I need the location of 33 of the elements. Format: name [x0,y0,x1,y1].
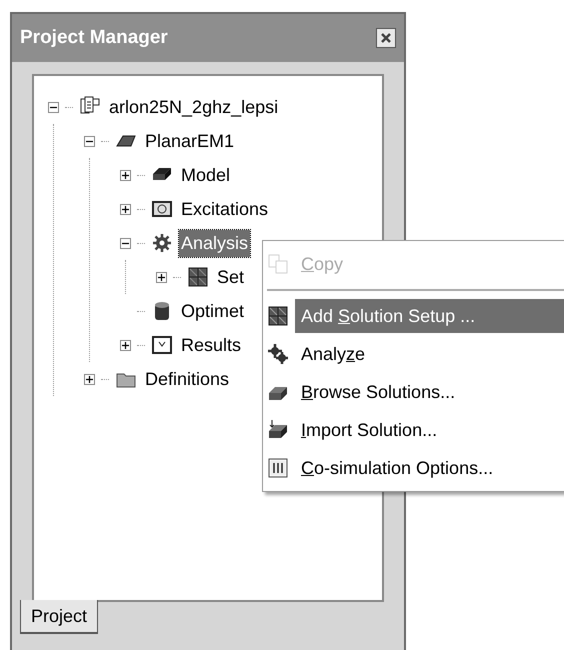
panel-title: Project Manager [20,26,168,50]
close-icon [380,32,392,44]
tree-item[interactable]: arlon25N_2ghz_lepsi [107,94,280,120]
collapse-box[interactable] [48,102,59,112]
tree-item[interactable]: PlanarEM1 [143,128,236,154]
block-arrow-icon [267,419,289,441]
menu-item[interactable]: Co-simulation Options... [295,451,564,485]
tree-item[interactable]: Results [179,332,244,358]
tree-item[interactable]: Excitations [179,196,270,222]
collapse-box[interactable] [84,136,95,146]
expand-box[interactable] [120,170,131,180]
expand-box[interactable] [120,340,131,350]
close-button[interactable] [376,28,396,48]
copy-icon [267,253,289,275]
menu-item[interactable]: Add Solution Setup ... [295,299,564,333]
expand-box[interactable] [84,374,95,384]
grid-icon [267,305,289,327]
grid-icon [187,266,209,288]
gears-icon [267,343,289,365]
panel-icon [267,457,289,479]
menu-item[interactable]: Browse Solutions... [295,375,564,409]
tree-item[interactable]: Model [179,162,232,188]
expand-box[interactable] [156,272,167,282]
tab[interactable]: Project [20,600,98,634]
tree-item[interactable]: Set [215,264,246,290]
gear-icon [151,232,173,254]
expand-box[interactable] [120,204,131,214]
menu-item[interactable]: Analyze [295,337,564,371]
collapse-box[interactable] [120,238,131,248]
menu-item[interactable]: Import Solution... [295,413,564,447]
tree-item[interactable]: Definitions [143,366,232,392]
tree-item[interactable]: Optimet [179,298,246,324]
tree-item[interactable]: Analysis [179,230,250,256]
